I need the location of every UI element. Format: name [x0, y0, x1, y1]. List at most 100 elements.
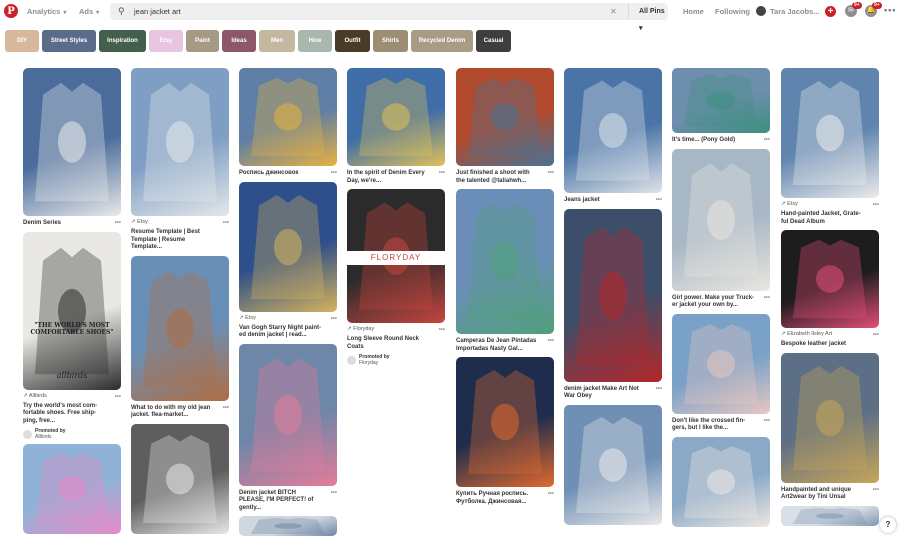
- pin-image[interactable]: [781, 352, 879, 483]
- following-link[interactable]: Following: [715, 7, 750, 16]
- pin-image[interactable]: [456, 68, 554, 166]
- pin-more-icon[interactable]: •••: [331, 490, 337, 496]
- pin-more-icon[interactable]: •••: [331, 316, 337, 322]
- pin-more-icon[interactable]: •••: [223, 220, 229, 226]
- pin-more-icon[interactable]: •••: [764, 295, 770, 301]
- pin-more-icon[interactable]: •••: [548, 491, 554, 497]
- guide-chip[interactable]: Casual: [476, 30, 511, 52]
- pin-more-icon[interactable]: •••: [439, 327, 445, 333]
- help-button[interactable]: ?: [880, 517, 896, 533]
- pin-more-icon[interactable]: •••: [115, 220, 121, 226]
- pin-more-icon[interactable]: •••: [656, 197, 662, 203]
- guide-chip[interactable]: Shirts: [373, 30, 408, 52]
- search-bar[interactable]: ⚲ jean jacket art ✕ All Pins ▾: [110, 3, 668, 32]
- pin-card[interactable]: FLORYDAY ↗ Floryday Long Sleeve Round Neck…: [347, 189, 445, 366]
- pin-source[interactable]: Etsy: [245, 315, 256, 321]
- pin-more-icon[interactable]: •••: [115, 394, 121, 400]
- pin-image[interactable]: [781, 230, 879, 328]
- guide-chip[interactable]: Street Styles: [42, 30, 96, 52]
- pin-more-icon[interactable]: •••: [439, 170, 445, 176]
- guide-chip[interactable]: Outfit: [335, 30, 370, 52]
- avatar[interactable]: [756, 6, 766, 16]
- promoter-name[interactable]: Floryday: [359, 360, 378, 366]
- guide-chip[interactable]: How: [298, 30, 332, 52]
- clear-search-icon[interactable]: ✕: [610, 7, 617, 16]
- guide-chip[interactable]: Men: [259, 30, 295, 52]
- pin-card[interactable]: ↗ Etsy Van Gogh Starry Night paint-ed den…: [239, 181, 337, 340]
- guide-chip[interactable]: Recycled Denim: [411, 30, 473, 52]
- pin-image[interactable]: [672, 68, 770, 133]
- pin-image[interactable]: [672, 436, 770, 527]
- guide-chip[interactable]: Paint: [186, 30, 219, 52]
- pin-card[interactable]: It's time... (Pony Gold) •••: [672, 68, 770, 145]
- pin-more-icon[interactable]: •••: [873, 202, 879, 208]
- pin-image[interactable]: [239, 68, 337, 166]
- pin-card[interactable]: Handpainted and unique Art2wear by Tini …: [781, 352, 879, 502]
- pin-source[interactable]: Allbirds: [29, 393, 47, 399]
- pin-more-icon[interactable]: •••: [873, 332, 879, 338]
- pin-card[interactable]: denim jacket Make Art Not War Obey •••: [564, 208, 662, 401]
- pin-card[interactable]: Роспись джинсовок •••: [239, 68, 337, 178]
- search-scope-dropdown[interactable]: All Pins ▾: [628, 3, 668, 32]
- pin-card[interactable]: Denim Series •••: [23, 68, 121, 228]
- analytics-menu[interactable]: Analytics ▾: [27, 7, 66, 16]
- pin-card[interactable]: What to do with my old jean jacket. flea…: [131, 255, 229, 420]
- pin-more-icon[interactable]: •••: [764, 137, 770, 143]
- pin-source[interactable]: Floryday: [353, 326, 374, 332]
- more-options-icon[interactable]: •••: [884, 5, 896, 15]
- pin-more-icon[interactable]: •••: [873, 487, 879, 493]
- pin-card[interactable]: Just finished a shoot with the talented …: [456, 68, 554, 185]
- pin-more-icon[interactable]: •••: [764, 418, 770, 424]
- pin-image[interactable]: [456, 357, 554, 487]
- pin-image[interactable]: [131, 68, 229, 216]
- pin-image[interactable]: [456, 189, 554, 334]
- home-link[interactable]: Home: [683, 7, 704, 16]
- pin-card[interactable]: Denim jacket BITCH PLEASE, I'M PERFECT! …: [239, 343, 337, 513]
- pin-card[interactable]: [781, 505, 879, 526]
- pin-image[interactable]: [564, 208, 662, 382]
- pin-more-icon[interactable]: •••: [656, 386, 662, 392]
- pin-card[interactable]: Купить Ручная роспись. Футболка. Джинсов…: [456, 357, 554, 506]
- pin-image[interactable]: [781, 68, 879, 198]
- guide-chip[interactable]: Inspiration: [99, 30, 146, 52]
- pin-image[interactable]: [131, 255, 229, 401]
- pin-image[interactable]: [23, 444, 121, 534]
- promoter-avatar[interactable]: [23, 429, 32, 439]
- pin-card[interactable]: Don't like the crossed fin-gers, but I l…: [672, 313, 770, 433]
- pin-card[interactable]: Camperas De Jean Pintadas Importadas Nas…: [456, 189, 554, 353]
- pin-image[interactable]: [564, 404, 662, 525]
- pin-more-icon[interactable]: •••: [548, 170, 554, 176]
- pin-card[interactable]: ↗ Etsy Resume Template | Best Template | …: [131, 68, 229, 252]
- guide-chip[interactable]: DIY: [5, 30, 39, 52]
- pin-image[interactable]: [672, 148, 770, 291]
- pin-card[interactable]: [239, 516, 337, 536]
- pin-card[interactable]: Jeans jacket •••: [564, 68, 662, 205]
- guide-chip[interactable]: Ideas: [222, 30, 256, 52]
- pin-card[interactable]: Girl power. Make your Truck-er jacket yo…: [672, 148, 770, 310]
- pinterest-logo-icon[interactable]: P: [4, 4, 18, 18]
- pin-image[interactable]: [781, 505, 879, 526]
- pin-image[interactable]: [347, 68, 445, 166]
- pin-image[interactable]: [239, 343, 337, 486]
- pin-image[interactable]: [239, 516, 337, 536]
- search-input[interactable]: jean jacket art: [134, 7, 181, 16]
- promoter-avatar[interactable]: [347, 355, 356, 365]
- pin-image[interactable]: "THE WORLD'S MOST COMFORTABLE SHOES" allb…: [23, 231, 121, 390]
- pin-card[interactable]: [131, 423, 229, 534]
- guide-chip[interactable]: Etsy: [149, 30, 183, 52]
- pin-card[interactable]: ↗ Etsy Hand-painted Jacket, Grate-ful Dea…: [781, 68, 879, 226]
- pin-image[interactable]: FLORYDAY: [347, 189, 445, 323]
- pin-more-icon[interactable]: •••: [548, 338, 554, 344]
- pin-source[interactable]: Etsy: [137, 219, 148, 225]
- pin-image[interactable]: [564, 68, 662, 193]
- pin-card[interactable]: In the spirit of Denim Every Day, we're.…: [347, 68, 445, 185]
- pin-card[interactable]: ↗ Elizabeth Ilsley Art Bespoke leather ja…: [781, 230, 879, 349]
- pin-card[interactable]: "THE WORLD'S MOST COMFORTABLE SHOES" allb…: [23, 231, 121, 440]
- pin-card[interactable]: [23, 444, 121, 534]
- pin-source[interactable]: Etsy: [787, 201, 798, 207]
- pin-card[interactable]: [672, 436, 770, 527]
- pin-more-icon[interactable]: •••: [223, 405, 229, 411]
- pin-image[interactable]: [131, 423, 229, 534]
- ads-menu[interactable]: Ads ▾: [79, 7, 99, 16]
- create-pin-button[interactable]: +: [825, 6, 836, 17]
